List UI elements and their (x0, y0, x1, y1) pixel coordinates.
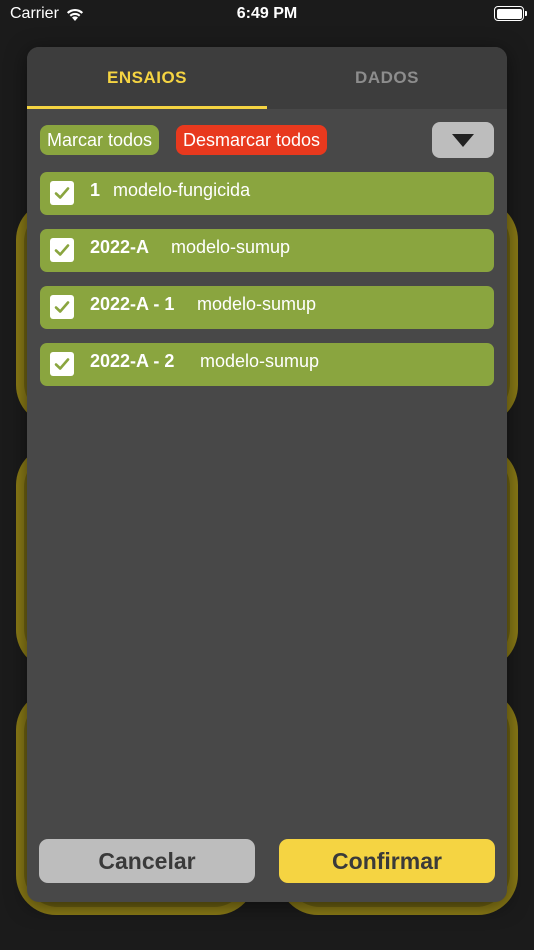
selection-modal: ENSAIOS DADOS Marcar todos Desmarcar tod… (27, 47, 507, 902)
list-item[interactable]: 2022-A - 2 modelo-sumup (40, 343, 494, 386)
checkbox[interactable] (50, 181, 74, 205)
item-name: modelo-sumup (197, 294, 317, 314)
list-item[interactable]: 2022-A modelo-sumup (40, 229, 494, 272)
caret-down-icon (452, 133, 474, 147)
list-item[interactable]: 1 modelo-fungicida (40, 172, 494, 215)
battery-icon (494, 6, 527, 21)
confirm-button[interactable]: Confirmar (279, 839, 495, 883)
item-code: 1 (90, 180, 101, 200)
checkbox[interactable] (50, 352, 74, 376)
item-name: modelo-sumup (200, 351, 320, 371)
item-code: 2022-A - 1 (90, 294, 175, 314)
cancel-button[interactable]: Cancelar (39, 839, 255, 883)
checkbox[interactable] (50, 238, 74, 262)
tab-dados[interactable]: DADOS (267, 47, 507, 109)
item-name: modelo-fungicida (113, 180, 251, 200)
tab-ensaios[interactable]: ENSAIOS (27, 47, 267, 109)
checkmark-icon (54, 244, 70, 256)
checkbox[interactable] (50, 295, 74, 319)
clock: 6:49 PM (236, 5, 298, 22)
mark-all-button[interactable]: Marcar todos (40, 125, 160, 155)
modal-footer: Cancelar Confirmar (39, 839, 495, 883)
checkmark-icon (54, 358, 70, 370)
dropdown-button[interactable] (432, 122, 494, 158)
unmark-all-button[interactable]: Desmarcar todos (176, 125, 328, 155)
checkmark-icon (54, 301, 70, 313)
item-code: 2022-A - 2 (90, 351, 175, 371)
item-name: modelo-sumup (171, 237, 291, 257)
tab-bar: ENSAIOS DADOS (27, 47, 507, 109)
checkmark-icon (54, 187, 70, 199)
status-bar: Carrier 6:49 PM (0, 0, 534, 28)
item-code: 2022-A (90, 237, 150, 257)
list-item[interactable]: 2022-A - 1 modelo-sumup (40, 286, 494, 329)
trial-list: 1 modelo-fungicida 2022-A modelo-sumup 2… (40, 172, 494, 400)
selection-toolbar: Marcar todos Desmarcar todos (40, 122, 494, 160)
